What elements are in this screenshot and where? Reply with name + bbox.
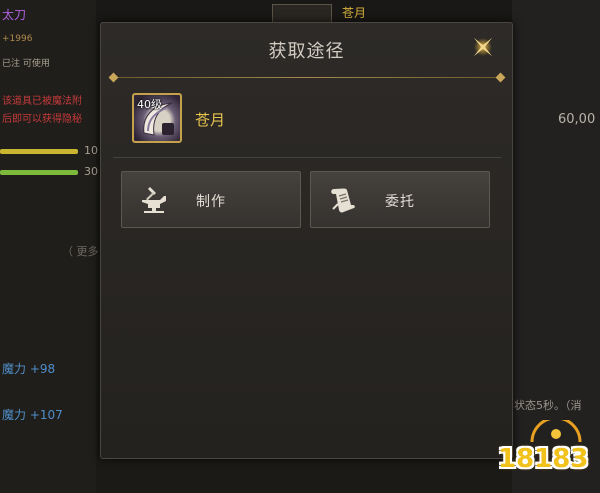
bg-yellow-bar (0, 149, 78, 154)
content-divider (113, 157, 501, 158)
craft-button-label: 制作 (196, 194, 226, 210)
bg-bar-label-1: 10 (84, 144, 98, 157)
item-name: 苍月 (195, 111, 226, 129)
bg-stat-1: 魔力 +98 (2, 362, 56, 376)
bg-item-name: 太刀 (2, 8, 27, 22)
title-divider (113, 77, 501, 78)
bg-green-bar (0, 170, 78, 175)
commission-button[interactable]: 委托 (310, 171, 490, 228)
left-item-tooltip-panel: 太刀 +1996 已注 可使用 该道具已被魔法附 后即可以获得隐秘 10 30 … (0, 0, 99, 493)
acquire-route-dialog: 获取途径 40级 苍月 制作 委托 (100, 22, 513, 459)
sparkle-close-icon[interactable] (469, 33, 497, 61)
watermark-text: 18183 (498, 444, 589, 474)
bg-stat-2: 魔力 +107 (2, 408, 63, 422)
divider-ornament-left (108, 72, 119, 83)
dialog-title: 获取途径 (268, 41, 345, 62)
item-level-badge: 40级 (137, 98, 162, 111)
bg-more-text: （ 更多 (62, 245, 99, 258)
bg-item-score: +1996 (2, 34, 33, 44)
divider-ornament-right (495, 72, 506, 83)
bg-bar-label-2: 30 (84, 165, 98, 178)
watermark-logo: 18183 (492, 420, 594, 486)
bg-red-note-2: 后即可以获得隐秘 (2, 114, 82, 125)
bg-item-status: 已注 可使用 (2, 59, 50, 69)
bg-price: 60,00 (558, 112, 596, 127)
bg-red-note-1: 该道具已被魔法附 (2, 96, 82, 107)
commission-button-label: 委托 (385, 194, 415, 210)
bg-tab (272, 4, 332, 23)
blade-crescent-icon[interactable]: 40级 (132, 93, 182, 143)
craft-button[interactable]: 制作 (121, 171, 301, 228)
bg-effect-text: 状态5秒。（消 (514, 399, 582, 412)
bg-tab-title: 苍月 (342, 6, 367, 20)
